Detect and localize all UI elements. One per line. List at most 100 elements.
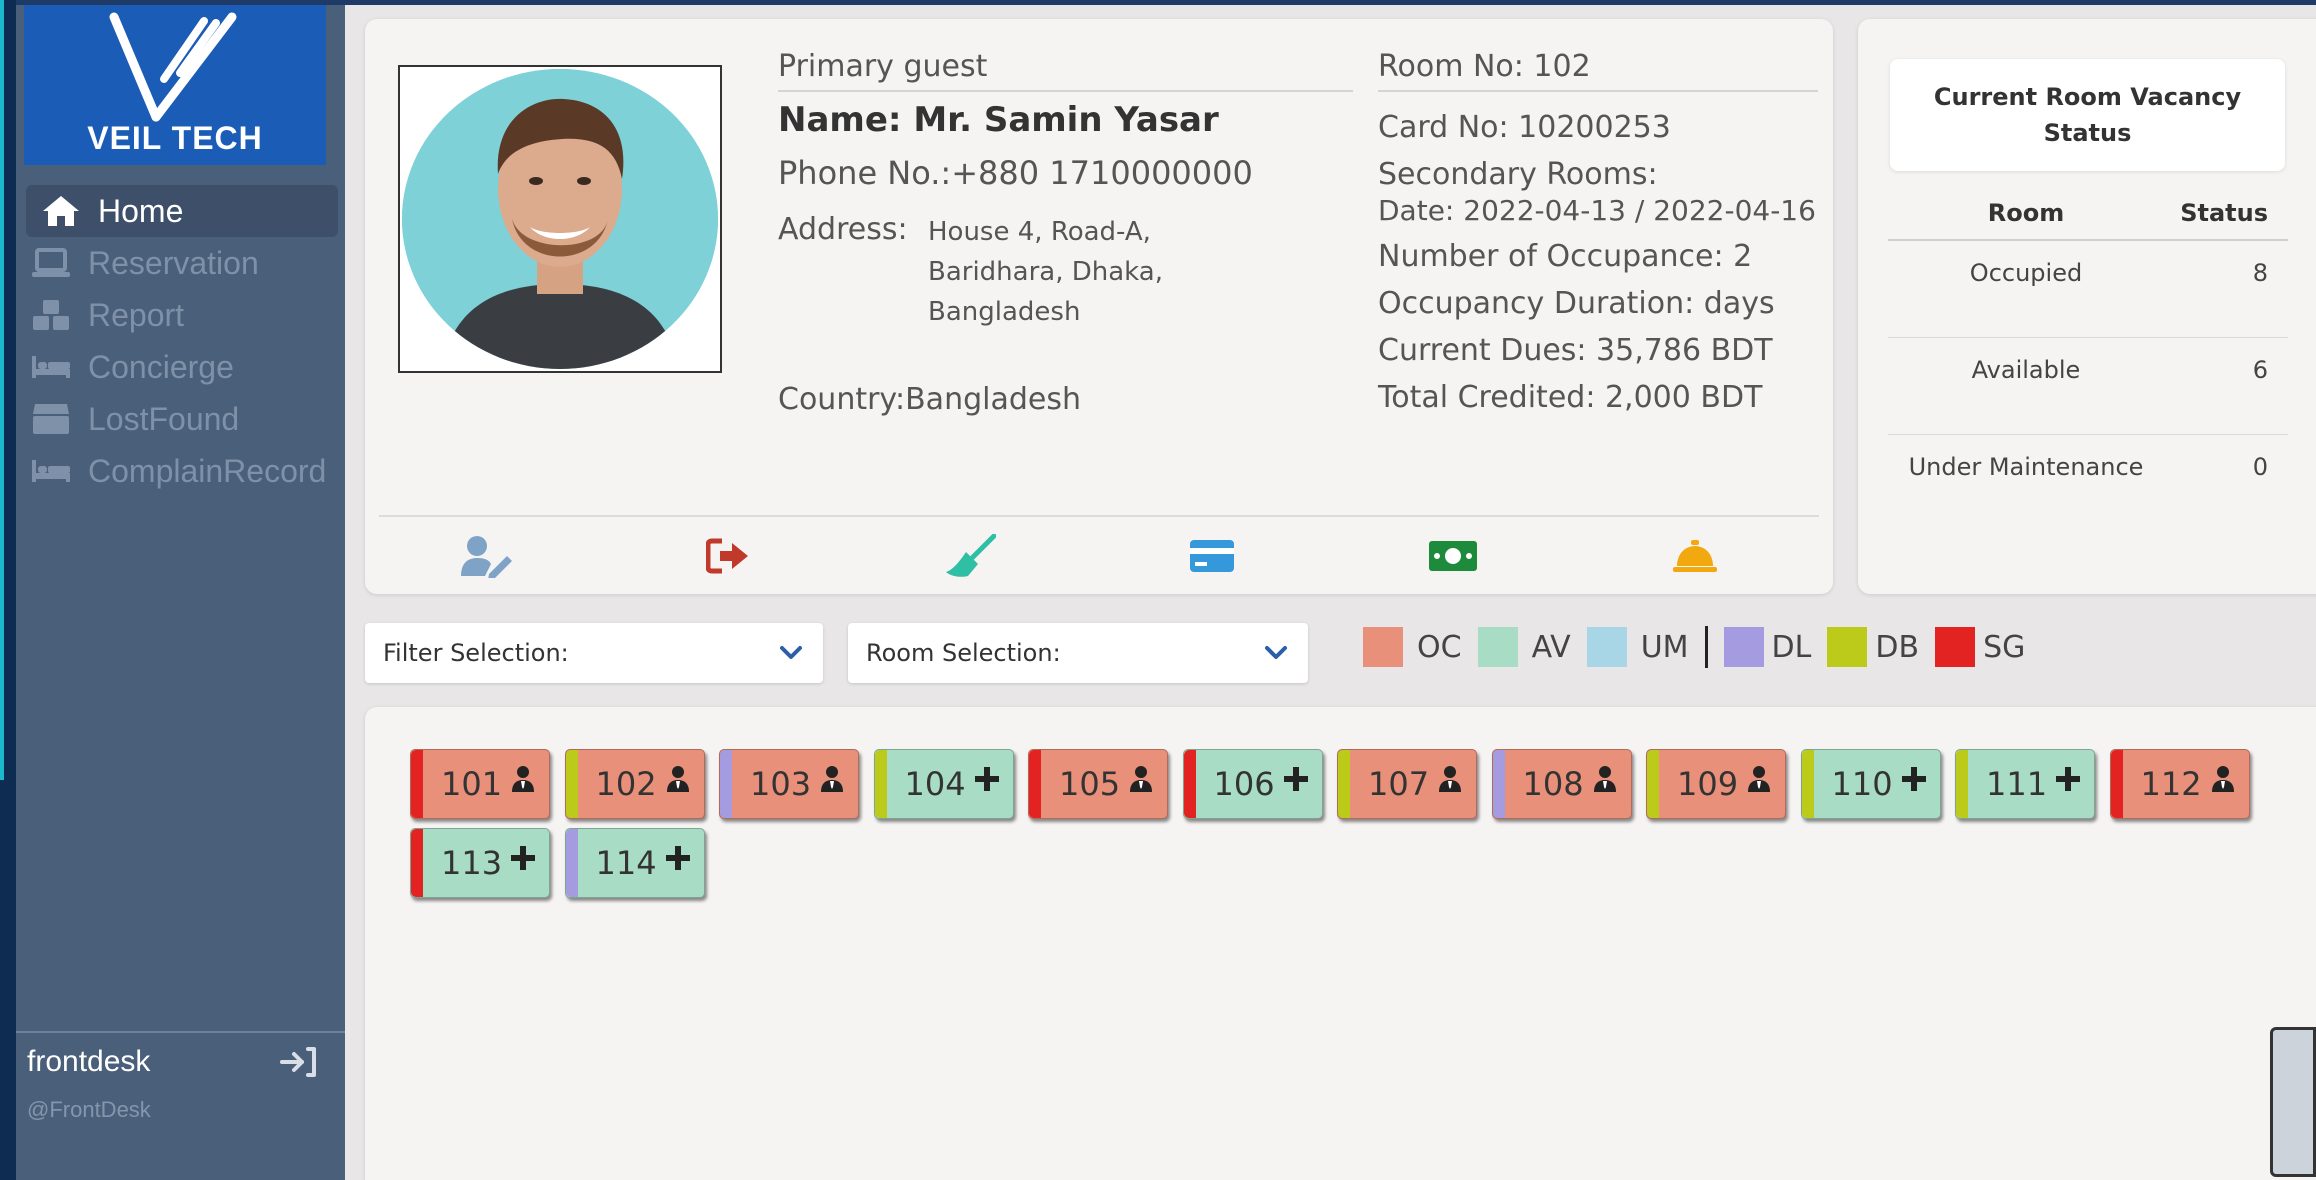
broom-icon [946,534,996,577]
edit-guest-button[interactable] [457,531,517,581]
sidebar-item-label: Report [88,296,185,333]
room-number-label: 101 [441,765,503,803]
room-number-label: 105 [1059,765,1121,803]
vacancy-table-header: Room Status [1888,187,2288,241]
sidebar-item-complainrecord[interactable]: ComplainRecord [16,445,345,497]
legend-label: SG [1983,629,2026,665]
sidebar-item-label: Reservation [88,244,259,281]
address-lines: House 4, Road-A, Baridhara, Dhaka, Bangl… [928,212,1163,332]
room-type-stripe [1492,750,1505,818]
checkout-button[interactable] [699,531,759,581]
card-payment-button[interactable] [1182,531,1242,581]
user-name: frontdesk [27,1045,151,1078]
stay-dates: Date: 2022-04-13 / 2022-04-16 [1378,194,1816,227]
room-tile-113[interactable]: 113 [410,828,550,898]
legend-item-db: DB [1827,627,1919,667]
sidebar-item-concierge[interactable]: Concierge [16,341,345,393]
room-type-stripe [565,750,578,818]
room-type-stripe [1183,750,1196,818]
address-label: Address: [778,212,908,247]
legend-swatch [1363,627,1403,667]
card-number: Card No: 10200253 [1378,110,1671,145]
room-status-count: 0 [2252,453,2268,481]
brand-logo[interactable]: VEIL TECH [24,5,326,165]
sidebar-item-lostfound[interactable]: LostFound [16,393,345,445]
main-content: Primary guest Name: Mr. Samin Yasar Phon… [345,5,2316,1180]
room-tile-101[interactable]: 101 [410,749,550,819]
chevron-down-icon [780,646,802,659]
legend-swatch [1827,627,1868,667]
occupant-icon [2209,764,2237,794]
room-selection-label: Room Selection: [866,639,1061,667]
room-number-label: 114 [595,844,657,882]
window-accent-edge [0,0,4,780]
legend-label: AV [1531,629,1571,665]
occupant-icon [1436,764,1464,794]
room-tile-110[interactable]: 110 [1800,749,1941,819]
room-status-count: 6 [2252,356,2268,384]
box-icon [28,401,74,437]
room-number-label: 108 [1522,765,1584,803]
room-tile-102[interactable]: 102 [564,749,705,819]
room-tile-108[interactable]: 108 [1491,749,1632,819]
vacancy-status-card: Current Room Vacancy Status Room Status … [1858,19,2316,594]
plus-icon [1282,764,1310,794]
cash-payment-button[interactable] [1423,531,1483,581]
home-icon [38,193,84,229]
sidebar-item-label: Concierge [88,348,234,385]
room-tile-104[interactable]: 104 [873,749,1014,819]
legend-label: DB [1875,629,1920,665]
bed-icon [28,349,74,385]
room-tile-103[interactable]: 103 [719,749,859,819]
cubes-icon [28,297,74,333]
room-selection-dropdown[interactable]: Room Selection: [848,623,1308,683]
legend-swatch [1586,627,1627,667]
filter-selection-dropdown[interactable]: Filter Selection: [365,623,823,683]
room-type-stripe [874,750,887,818]
room-tile-109[interactable]: 109 [1646,749,1786,819]
room-number-label: 109 [1677,765,1739,803]
housekeeping-button[interactable] [940,531,1000,581]
room-type-stripe [720,750,732,818]
occupant-icon [1745,764,1773,794]
legend-item-oc: OC [1363,627,1462,667]
column-header-status: Status [2180,199,2268,227]
sidebar-item-home[interactable]: Home [26,185,338,237]
room-number-label: 106 [1213,765,1275,803]
room-number: Room No: 102 [1378,49,1818,92]
concierge-service-button[interactable] [1665,531,1725,581]
sidebar-divider [16,1031,345,1033]
sidebar-item-label: ComplainRecord [88,452,327,489]
secondary-rooms: Secondary Rooms: [1378,157,1658,192]
sidebar-item-label: Home [98,192,184,229]
room-tile-114[interactable]: 114 [564,828,705,898]
room-number-label: 110 [1831,765,1893,803]
room-tile-111[interactable]: 111 [1955,749,2095,819]
plus-icon [2054,764,2082,794]
guest-photo [398,65,722,373]
occupant-icon [818,764,846,794]
room-tile-106[interactable]: 106 [1182,749,1323,819]
room-tile-107[interactable]: 107 [1337,749,1477,819]
legend-label: UM [1640,629,1689,665]
room-tile-105[interactable]: 105 [1028,749,1168,819]
plus-icon [973,764,1001,794]
sidebar-item-reservation[interactable]: Reservation [16,237,345,289]
legend-item-um: UM [1586,627,1689,667]
laptop-icon [28,245,74,281]
room-tile-112[interactable]: 112 [2109,749,2250,819]
room-number-label: 103 [750,765,812,803]
sidebar-item-report[interactable]: Report [16,289,345,341]
room-type-stripe [411,829,423,897]
logout-icon[interactable] [278,1045,322,1085]
address-line: House 4, Road-A, [928,217,1151,247]
legend-item-av: AV [1477,627,1571,667]
guest-address: Address: House 4, Road-A, Baridhara, Dha… [778,212,1353,332]
room-number-label: 104 [904,765,966,803]
table-row: Occupied 8 [1888,241,2288,338]
table-row: Under Maintenance 0 [1888,435,2288,532]
room-type-stripe [1801,750,1814,818]
window-thumbnail[interactable] [2270,1027,2316,1177]
user-edit-icon [461,536,512,578]
room-number-label: 111 [1986,765,2048,803]
